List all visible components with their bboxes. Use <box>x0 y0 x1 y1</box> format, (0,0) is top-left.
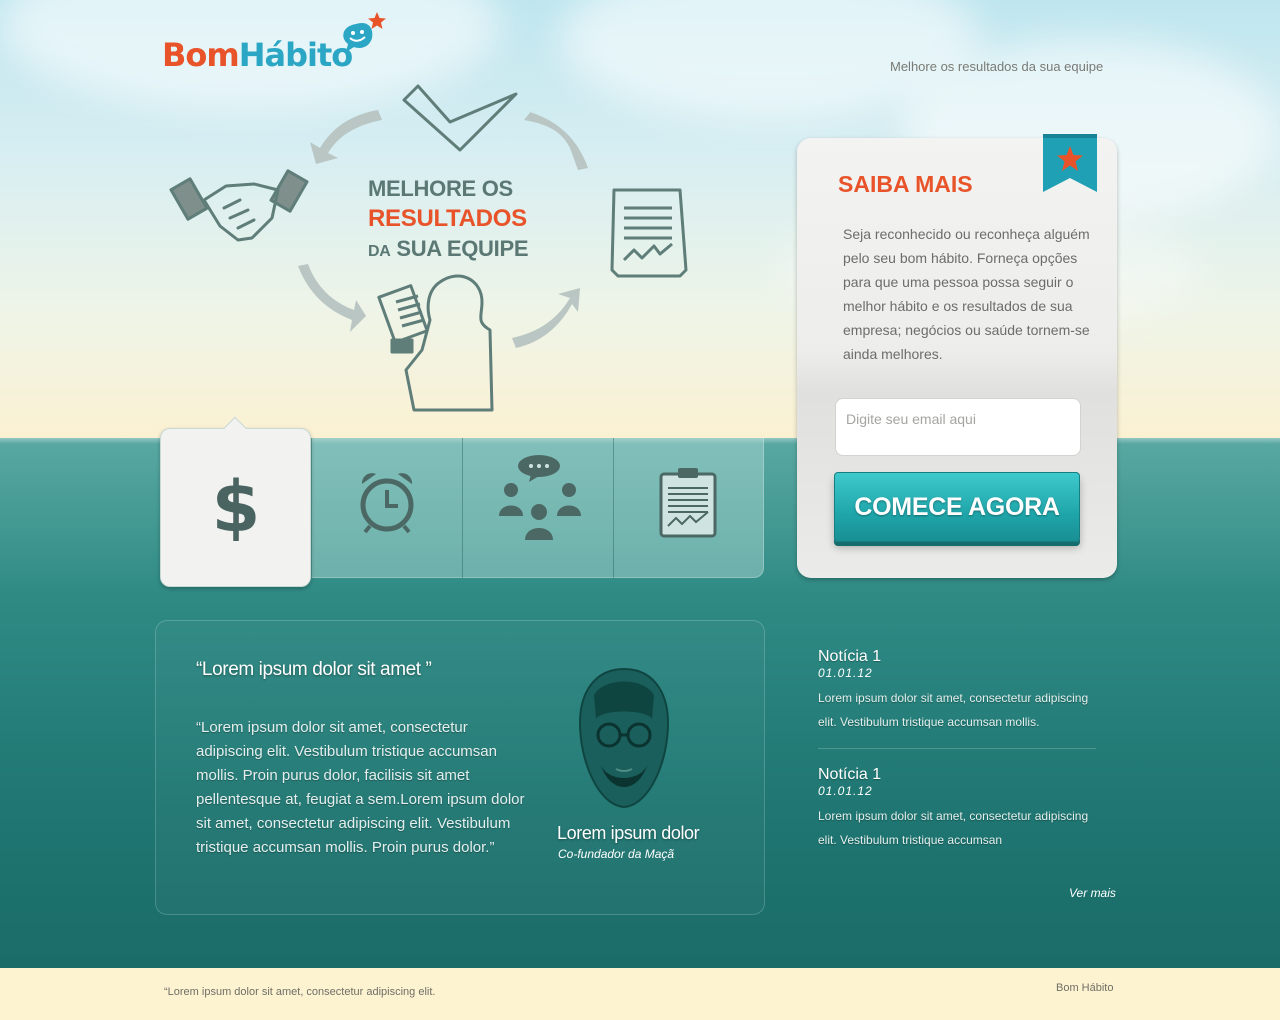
news-text: Lorem ipsum dolor sit amet, consectetur … <box>818 809 1089 847</box>
smile-bubble-icon <box>343 12 386 52</box>
logo-text-habito: Hábito <box>238 36 354 74</box>
start-now-button[interactable]: COMECE AGORA <box>834 472 1080 542</box>
panel-title: SAIBA MAIS <box>838 171 973 197</box>
brand-logo[interactable]: BomHábito <box>162 36 354 74</box>
report-clipboard-icon <box>659 468 717 538</box>
star-ribbon-icon <box>1043 134 1097 192</box>
dollar-icon: $ <box>212 469 261 541</box>
tab-people-chat[interactable] <box>463 438 614 578</box>
hero-line-3: DA SUA EQUIPE <box>368 236 529 261</box>
news-item[interactable]: Notícia 1 01.01.12 Lorem ipsum dolor sit… <box>818 648 1098 734</box>
signup-panel: SAIBA MAIS Seja reconhecido ou reconheça… <box>797 134 1117 578</box>
tab-report[interactable] <box>614 438 765 578</box>
people-chat-icon <box>499 455 581 540</box>
testimonial-author-name: Lorem ipsum dolor <box>557 823 700 843</box>
logo-text-bom: Bom <box>162 36 240 74</box>
footer-brand[interactable]: Bom Hábito <box>1056 982 1113 994</box>
svg-text:$: $ <box>212 469 261 541</box>
testimonial-title: “Lorem ipsum dolor sit amet ” <box>196 659 432 680</box>
news-divider <box>818 748 1096 749</box>
news-date: 01.01.12 <box>818 784 873 798</box>
news-text: Lorem ipsum dolor sit amet, consectetur … <box>818 691 1089 729</box>
footer-quote: “Lorem ipsum dolor sit amet, consectetur… <box>164 986 436 998</box>
header-tagline: Melhore os resultados da sua equipe <box>890 59 1104 74</box>
hero-title: MELHORE OS RESULTADOS DA SUA EQUIPE <box>368 174 529 267</box>
founder-portrait <box>578 667 670 809</box>
testimonial-card: “Lorem ipsum dolor sit amet ” “Lorem ips… <box>155 620 765 915</box>
news-title[interactable]: Notícia 1 <box>818 766 1098 784</box>
handshake-icon <box>169 169 309 242</box>
document-chart-icon <box>610 188 688 278</box>
email-input[interactable] <box>835 398 1081 456</box>
hero-line-1: MELHORE OS <box>368 176 513 201</box>
news-title[interactable]: Notícia 1 <box>818 648 1098 666</box>
footer: “Lorem ipsum dolor sit amet, consectetur… <box>0 968 1280 1020</box>
testimonial-text: “Lorem ipsum dolor sit amet, consectetur… <box>196 719 525 856</box>
see-more-link[interactable]: Ver mais <box>1069 886 1116 900</box>
alarm-clock-icon <box>360 473 414 534</box>
panel-description: Seja reconhecido ou reconheça alguém pel… <box>843 226 1090 362</box>
person-reading-icon <box>377 274 494 412</box>
checkmark-icon <box>402 84 518 152</box>
hero-line-2: RESULTADOS <box>368 205 527 232</box>
tab-dollar-active[interactable]: $ <box>160 416 311 587</box>
tab-alarm-clock[interactable] <box>312 438 463 578</box>
news-date: 01.01.12 <box>818 666 873 680</box>
news-item[interactable]: Notícia 1 01.01.12 Lorem ipsum dolor sit… <box>818 766 1098 852</box>
testimonial-author-role: Co-fundador da Maçã <box>558 847 675 861</box>
